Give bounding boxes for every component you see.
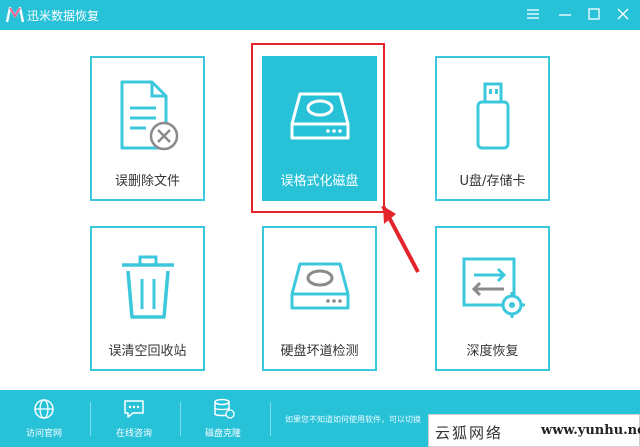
divider (180, 402, 181, 436)
tile-deep-recovery[interactable]: 深度恢复 (435, 226, 550, 371)
watermark: 云狐网络 www.yunhu.net (428, 414, 640, 447)
recycle-bin-icon (92, 246, 203, 326)
deep-recovery-icon (437, 246, 548, 326)
database-icon (214, 398, 235, 419)
divider (270, 402, 271, 436)
divider (90, 402, 91, 436)
chat-icon (124, 400, 144, 418)
visit-website-label: 访问官网 (25, 429, 62, 439)
disk-clone-button[interactable]: 磁盘克隆 (193, 398, 253, 443)
tile-label: 误清空回收站 (108, 344, 187, 359)
watermark-text: 云狐网络 (435, 424, 504, 442)
tile-usb-card[interactable]: U盘/存储卡 (435, 56, 550, 201)
tile-deleted-files[interactable]: 误删除文件 (90, 56, 205, 201)
tile-disk-check[interactable]: 硬盘坏道检测 (262, 226, 377, 371)
title-bar: 迅米数据恢复 (0, 0, 640, 30)
watermark-url: www.yunhu.net (541, 423, 640, 438)
app-title: 迅米数据恢复 (27, 9, 100, 23)
help-tip: 如果您不知道如何使用软件，可以切换 (285, 415, 421, 424)
tile-label: 深度恢复 (466, 344, 519, 359)
online-consult-label: 在线咨询 (115, 429, 152, 439)
deleted-file-icon (92, 76, 203, 156)
app-window: 迅米数据恢复 误删除文件 误格式化磁盘 U盘/存储卡 误清空回收站 硬盘坏道检测… (0, 0, 640, 447)
arrow-annotation (380, 200, 422, 280)
app-logo (5, 6, 25, 24)
visit-website-button[interactable]: 访问官网 (14, 398, 74, 443)
close-icon[interactable] (614, 5, 632, 23)
tile-label: 硬盘坏道检测 (280, 344, 359, 359)
disk-clone-label: 磁盘克隆 (204, 429, 241, 439)
globe-icon (34, 399, 54, 419)
highlight-box (251, 43, 385, 213)
online-consult-button[interactable]: 在线咨询 (104, 398, 164, 443)
menu-icon[interactable] (524, 5, 542, 23)
minimize-icon[interactable] (556, 5, 574, 23)
tile-recycle-bin[interactable]: 误清空回收站 (90, 226, 205, 371)
usb-drive-icon (437, 76, 548, 156)
maximize-icon[interactable] (585, 5, 603, 23)
tile-label: 误删除文件 (114, 174, 180, 189)
tile-label: U盘/存储卡 (459, 174, 526, 189)
disk-check-icon (264, 246, 375, 326)
